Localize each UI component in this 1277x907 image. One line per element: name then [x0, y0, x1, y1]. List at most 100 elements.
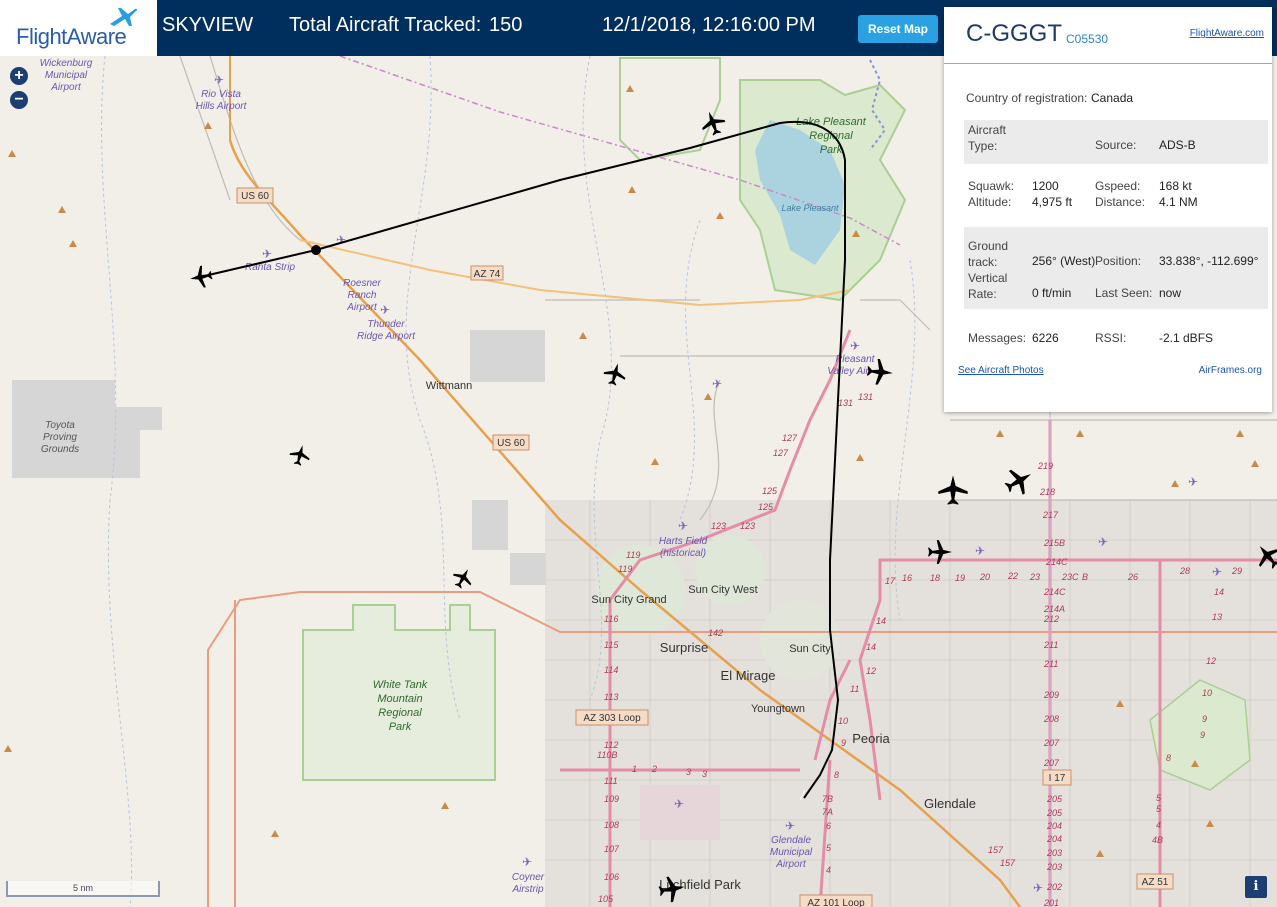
position-label: Position:: [1095, 254, 1142, 268]
svg-text:✈: ✈: [1212, 565, 1222, 579]
svg-text:Sun City: Sun City: [789, 643, 831, 655]
svg-text:Airport: Airport: [50, 82, 82, 93]
squawk-value: 1200: [1032, 179, 1059, 193]
svg-text:Municipal: Municipal: [770, 847, 813, 858]
svg-text:214A: 214A: [1043, 604, 1065, 614]
svg-text:Ridge Airport: Ridge Airport: [357, 331, 416, 342]
airframes-link[interactable]: AirFrames.org: [1199, 365, 1262, 376]
altitude-label: Altitude:: [968, 195, 1012, 209]
svg-text:Regional: Regional: [378, 707, 422, 719]
svg-text:2: 2: [651, 764, 657, 774]
svg-text:✈: ✈: [1033, 881, 1043, 895]
airplane-icon: [866, 358, 893, 385]
svg-text:113: 113: [604, 692, 618, 702]
squawk-altitude-row: Squawk: 1200 Gspeed: 168 kt Altitude: 4,…: [964, 173, 1268, 217]
aircraft-photos-link[interactable]: See Aircraft Photos: [958, 365, 1044, 376]
svg-text:211: 211: [1043, 640, 1058, 650]
last-seen-label: Last Seen:: [1095, 286, 1153, 300]
rssi-label: RSSI:: [1095, 331, 1127, 345]
track-position-row: Ground track: 256° (West) Position: 33.8…: [964, 227, 1268, 309]
svg-text:105: 105: [598, 894, 614, 904]
messages-label: Messages:: [968, 331, 1027, 345]
distance-value: 4.1 NM: [1159, 195, 1198, 209]
flightaware-logo[interactable]: FlightAware: [0, 0, 157, 56]
svg-text:✈: ✈: [712, 377, 722, 391]
svg-text:19: 19: [955, 573, 965, 583]
reset-map-button[interactable]: Reset Map: [858, 15, 938, 43]
map-info-button[interactable]: i: [1245, 876, 1267, 898]
svg-text:El Mirage: El Mirage: [721, 668, 776, 683]
svg-text:204: 204: [1046, 821, 1062, 831]
svg-text:20: 20: [979, 572, 990, 582]
svg-text:Ranta Strip: Ranta Strip: [245, 262, 295, 273]
airplane-icon: [190, 265, 213, 288]
svg-text:6: 6: [826, 821, 831, 831]
zoom-out-button[interactable]: −: [10, 91, 28, 109]
svg-text:203: 203: [1046, 862, 1062, 872]
svg-text:AZ 303 Loop: AZ 303 Loop: [583, 713, 641, 724]
aircraft-callsign: C-GGGT: [966, 20, 1062, 47]
vertical-rate-value: 0 ft/min: [1032, 286, 1072, 300]
svg-text:4: 4: [1156, 820, 1161, 830]
svg-text:111: 111: [604, 776, 618, 786]
svg-text:Wickenburg: Wickenburg: [40, 58, 93, 69]
timestamp: 12/1/2018, 12:16:00 PM: [602, 14, 816, 36]
svg-text:8: 8: [1166, 753, 1171, 763]
svg-text:Roesner: Roesner: [343, 278, 381, 289]
svg-text:Glendale: Glendale: [771, 835, 811, 846]
svg-text:106: 106: [604, 872, 619, 882]
svg-text:28: 28: [1179, 566, 1190, 576]
svg-text:Peoria: Peoria: [852, 731, 890, 746]
svg-text:Mountain: Mountain: [377, 693, 422, 705]
svg-text:209: 209: [1043, 690, 1059, 700]
svg-text:8: 8: [834, 770, 839, 780]
position-value: 33.838°, -112.699°: [1159, 254, 1259, 268]
svg-text:Thunder: Thunder: [367, 319, 405, 330]
svg-text:207: 207: [1043, 758, 1060, 768]
svg-text:204: 204: [1046, 834, 1062, 844]
panel-header: C-GGGT C05530 FlightAware.com: [944, 7, 1272, 64]
svg-text:✈: ✈: [1188, 475, 1198, 489]
svg-text:B: B: [1082, 572, 1088, 582]
squawk-label: Squawk:: [968, 179, 1015, 193]
svg-text:10: 10: [1202, 688, 1212, 698]
svg-text:3: 3: [702, 769, 707, 779]
svg-text:211: 211: [1043, 659, 1058, 669]
zoom-in-button[interactable]: +: [10, 67, 28, 85]
svg-text:215B: 215B: [1043, 538, 1065, 548]
type-source-row: Aircraft Type: Source: ADS-B: [964, 120, 1268, 164]
svg-text:13: 13: [1212, 612, 1222, 622]
svg-text:✈: ✈: [214, 73, 224, 87]
svg-text:✈: ✈: [678, 519, 688, 533]
svg-text:14: 14: [866, 642, 876, 652]
svg-text:Park: Park: [389, 721, 412, 733]
svg-text:Park: Park: [820, 144, 843, 156]
aircraft-hexcode: C05530: [1066, 32, 1109, 46]
svg-text:127: 127: [773, 448, 789, 458]
svg-text:Sun City Grand: Sun City Grand: [591, 594, 666, 606]
svg-text:AZ 101 Loop: AZ 101 Loop: [807, 898, 865, 907]
svg-text:205: 205: [1046, 808, 1063, 818]
svg-text:214C: 214C: [1043, 587, 1066, 597]
flightaware-link[interactable]: FlightAware.com: [1190, 28, 1264, 39]
svg-text:Hills Airport: Hills Airport: [196, 101, 248, 112]
airplane-icon: [928, 540, 952, 564]
svg-text:18: 18: [930, 573, 940, 583]
svg-text:17: 17: [885, 576, 896, 586]
svg-text:218: 218: [1039, 487, 1055, 497]
country-label: Country of registration:: [966, 91, 1088, 105]
svg-text:Youngtown: Youngtown: [751, 703, 805, 715]
svg-text:109: 109: [604, 794, 619, 804]
svg-text:Sun City West: Sun City West: [688, 584, 758, 596]
svg-text:✈: ✈: [262, 247, 272, 261]
svg-text:AZ 74: AZ 74: [474, 269, 501, 280]
svg-text:1: 1: [632, 764, 637, 774]
svg-text:Proving: Proving: [43, 432, 77, 443]
svg-text:✈: ✈: [1098, 535, 1108, 549]
svg-text:9: 9: [1200, 730, 1205, 740]
svg-text:125: 125: [762, 486, 778, 496]
svg-text:Toyota: Toyota: [45, 420, 75, 431]
svg-text:✈: ✈: [380, 303, 390, 317]
svg-text:I 17: I 17: [1049, 773, 1066, 784]
svg-text:214C: 214C: [1045, 557, 1068, 567]
